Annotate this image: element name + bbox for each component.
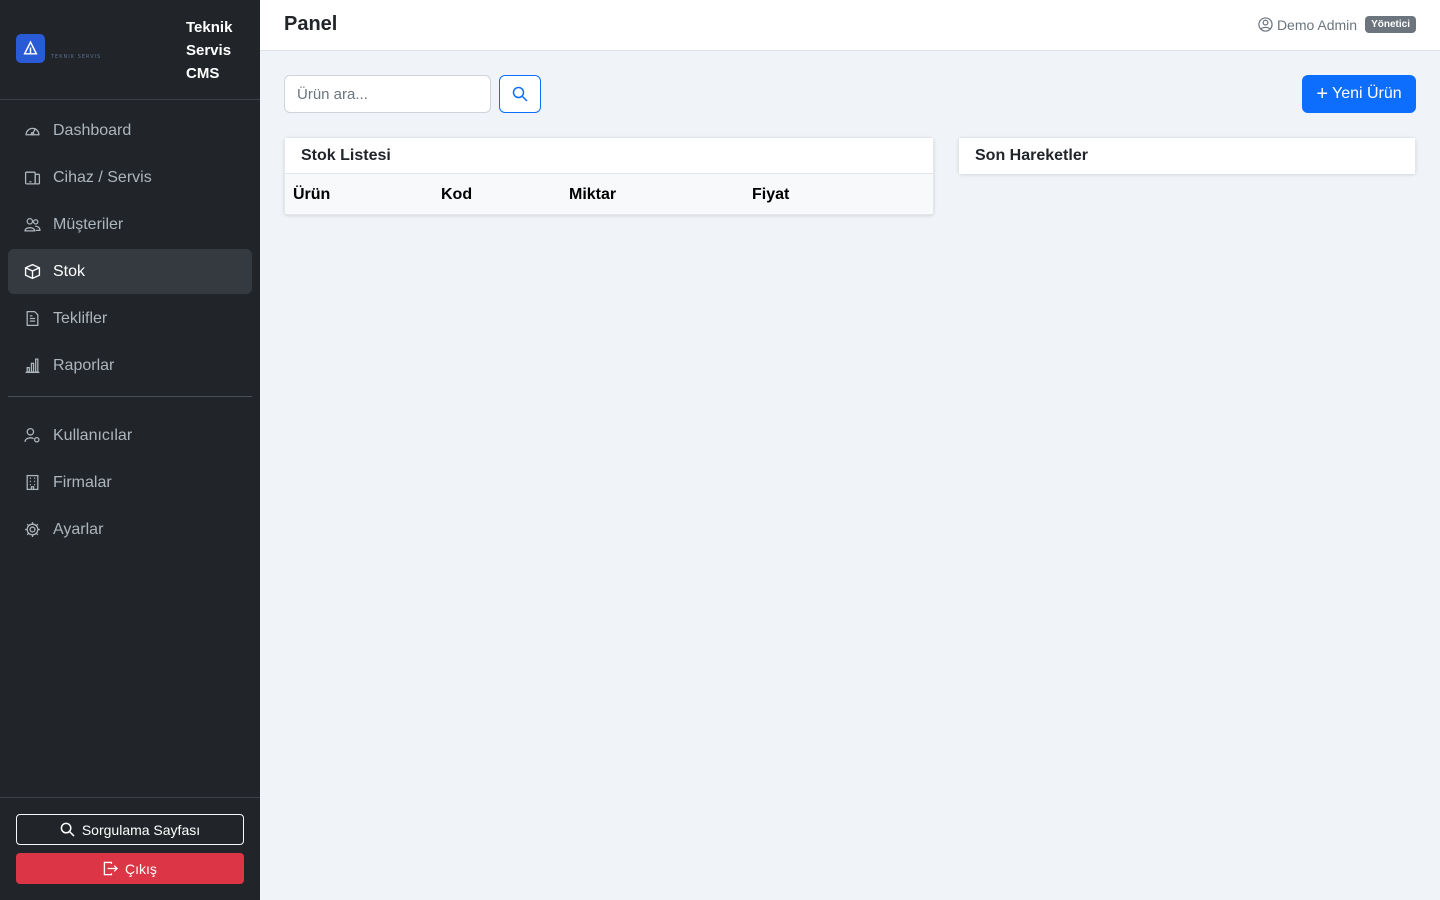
bar-chart-icon: [23, 357, 41, 375]
building-icon: [23, 474, 41, 492]
column-header-kod: Kod: [441, 186, 473, 203]
sidebar-item-label: Raporlar: [53, 356, 115, 374]
sidebar-item-label: Teklifler: [53, 309, 108, 327]
sidebar-item-stok[interactable]: Stok: [8, 249, 252, 294]
brand: TEKNIK SERVIS Teknik Servis CMS: [0, 0, 260, 100]
query-page-button[interactable]: Sorgulama Sayfası: [16, 814, 244, 845]
brand-name-line-3: CMS: [186, 65, 220, 82]
sidebar-item-musteriler[interactable]: Müşteriler: [8, 202, 252, 247]
sidebar-item-label: Stok: [53, 262, 86, 280]
logout-icon: [103, 861, 119, 876]
brand-name-line-2: Servis: [186, 42, 232, 59]
sidebar-footer: Sorgulama Sayfası Çıkış: [0, 797, 260, 900]
product-search-input[interactable]: [284, 75, 491, 113]
sidebar-item-label: Ayarlar: [53, 520, 104, 538]
sidebar-item-cihaz-servis[interactable]: Cihaz / Servis: [8, 155, 252, 200]
sidebar-item-label: Cihaz / Servis: [53, 168, 152, 186]
sidebar-item-firmalar[interactable]: Firmalar: [8, 460, 252, 505]
brand-name-line-1: Teknik: [186, 19, 233, 36]
sidebar-item-teklifler[interactable]: Teklifler: [8, 296, 252, 341]
plus-icon: +: [1316, 83, 1328, 105]
page-title: Panel: [284, 13, 338, 35]
brand-name[interactable]: Teknik Servis CMS: [186, 16, 256, 85]
stock-table-header: Ürün Kod Miktar Fiyat: [285, 174, 933, 214]
sidebar: TEKNIK SERVIS Teknik Servis CMS Dashboar…: [0, 0, 260, 900]
role-badge: Yönetici: [1365, 16, 1416, 33]
stock-list-card: Stok Listesi Ürün Kod Miktar Fiyat: [284, 137, 934, 215]
logout-label: Çıkış: [125, 860, 157, 877]
sidebar-item-label: Dashboard: [53, 121, 132, 139]
sidebar-item-label: Kullanıcılar: [53, 426, 133, 444]
device-icon: [23, 169, 41, 187]
user-menu[interactable]: Demo Admin Yönetici: [1258, 16, 1416, 33]
recent-movements-title: Son Hareketler: [959, 138, 1415, 174]
stock-list-title: Stok Listesi: [285, 138, 933, 174]
topbar: Panel Demo Admin Yönetici: [260, 0, 1440, 51]
sidebar-item-label: Müşteriler: [53, 215, 124, 233]
sidebar-item-label: Firmalar: [53, 473, 112, 491]
column-header-urun: Ürün: [293, 186, 331, 203]
recent-movements-card: Son Hareketler: [958, 137, 1416, 174]
document-icon: [23, 310, 41, 328]
people-icon: [23, 216, 41, 234]
sidebar-item-ayarlar[interactable]: Ayarlar: [8, 507, 252, 552]
logout-button[interactable]: Çıkış: [16, 853, 244, 884]
user-gear-icon: [23, 427, 41, 445]
search-icon: [60, 822, 75, 837]
box-icon: [23, 263, 41, 281]
column-header-fiyat: Fiyat: [752, 186, 790, 203]
search-button[interactable]: [499, 75, 541, 113]
query-page-label: Sorgulama Sayfası: [81, 821, 201, 838]
sidebar-item-kullanicilar[interactable]: Kullanıcılar: [8, 413, 252, 458]
user-circle-icon: [1258, 17, 1273, 32]
gear-icon: [23, 521, 41, 539]
brand-logo-subtext: TEKNIK SERVIS: [51, 54, 102, 60]
sidebar-nav: Dashboard Cihaz / Servis Müşteriler Stok…: [0, 100, 260, 552]
column-header-miktar: Miktar: [569, 186, 617, 203]
user-name: Demo Admin: [1276, 16, 1358, 33]
speedometer-icon: [23, 122, 41, 140]
search-icon: [512, 86, 528, 102]
new-product-label: Yeni Ürün: [1332, 85, 1402, 102]
sidebar-item-dashboard[interactable]: Dashboard: [8, 108, 252, 153]
sidebar-item-raporlar[interactable]: Raporlar: [8, 343, 252, 388]
new-product-button[interactable]: + Yeni Ürün: [1302, 75, 1416, 113]
sidebar-divider: [8, 396, 252, 397]
brand-logo[interactable]: [16, 34, 45, 63]
